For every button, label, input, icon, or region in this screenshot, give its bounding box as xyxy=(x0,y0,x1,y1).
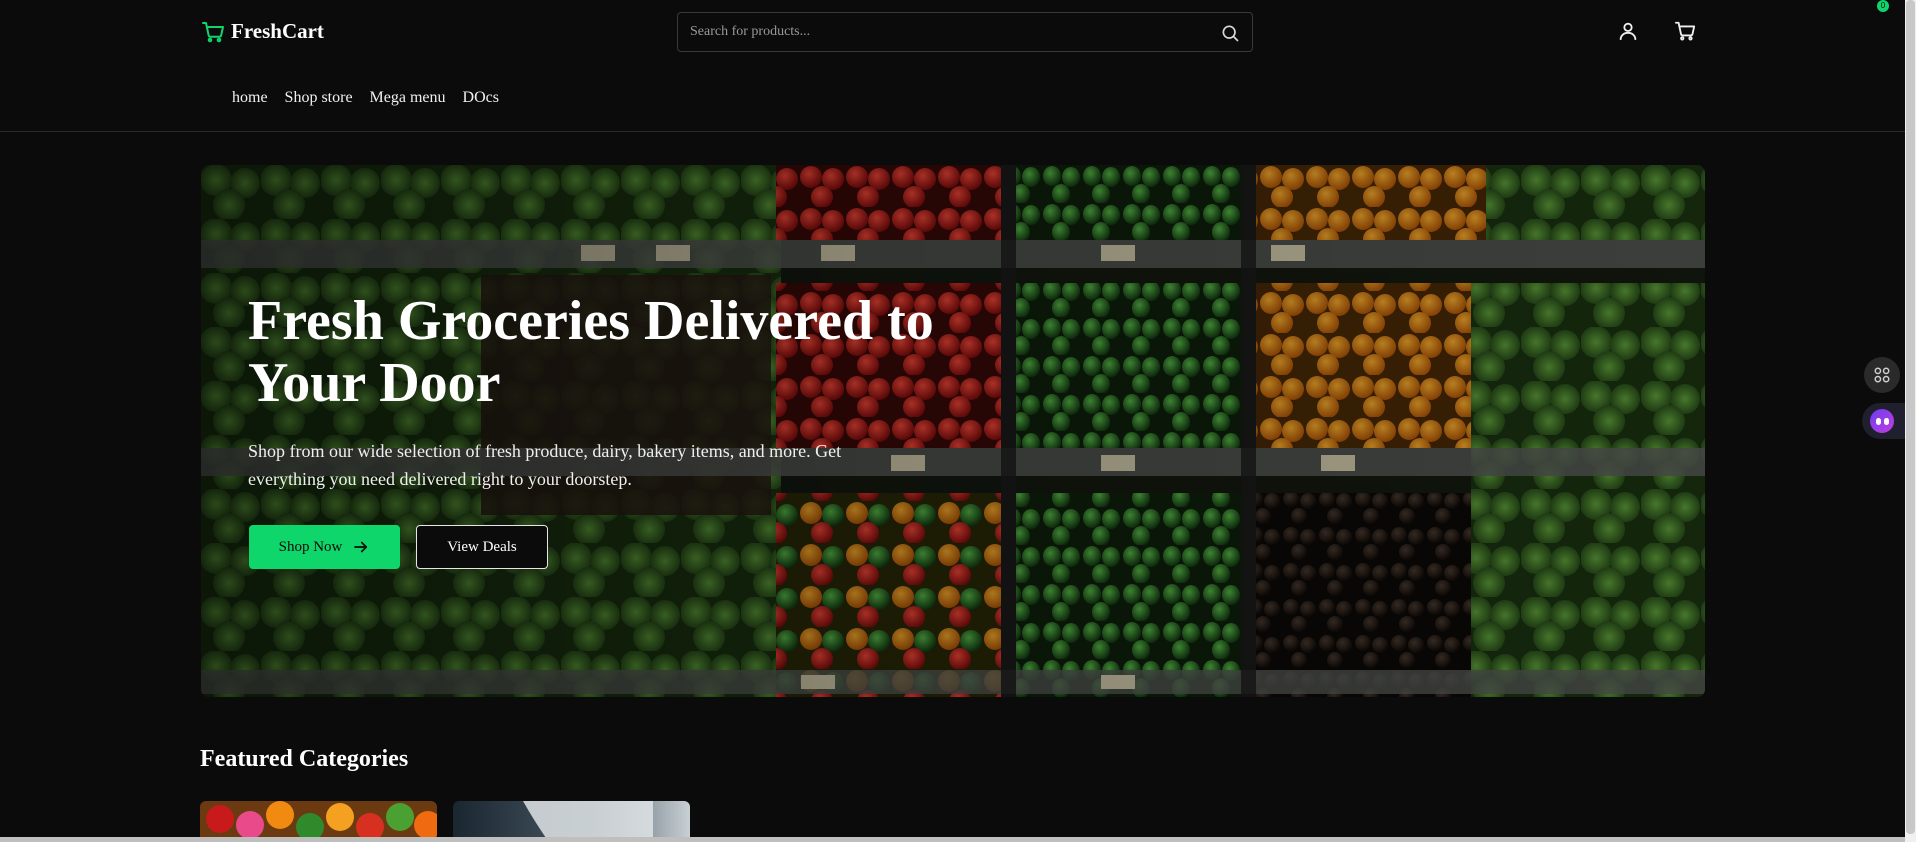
bot-icon xyxy=(1870,409,1894,433)
assistant-widget-button[interactable] xyxy=(1862,403,1905,439)
search-input[interactable] xyxy=(678,13,1252,51)
cart-icon[interactable] xyxy=(1673,20,1697,42)
cart-icon xyxy=(202,21,224,42)
category-card-dairy[interactable] xyxy=(453,801,690,841)
hero-title: Fresh Groceries Delivered to Your Door xyxy=(248,290,934,414)
horizontal-scrollbar[interactable] xyxy=(0,837,1905,842)
grid-icon xyxy=(1874,367,1890,383)
nav-home[interactable]: home xyxy=(232,89,268,107)
apps-widget-button[interactable] xyxy=(1864,357,1900,393)
category-card-produce[interactable] xyxy=(200,801,437,841)
shop-now-label: Shop Now xyxy=(278,538,343,555)
arrow-right-icon xyxy=(354,541,368,553)
notification-badge: 0 xyxy=(1877,0,1889,12)
hero-overlay xyxy=(201,165,1705,697)
category-image-produce xyxy=(200,801,437,841)
scrollbar-thumb[interactable] xyxy=(1906,0,1915,834)
search-bar xyxy=(677,12,1253,52)
main-nav: home Shop store Mega menu DOcs xyxy=(232,89,499,107)
user-icon[interactable] xyxy=(1617,20,1639,42)
category-image-dairy xyxy=(453,801,690,841)
site-header: FreshCart home Shop store Mega menu DOcs xyxy=(0,0,1905,132)
search-icon[interactable] xyxy=(1220,23,1240,43)
logo-text: FreshCart xyxy=(231,19,324,43)
view-deals-button[interactable]: View Deals xyxy=(416,525,548,569)
nav-shop-store[interactable]: Shop store xyxy=(285,89,353,107)
hero-subtitle: Shop from our wide selection of fresh pr… xyxy=(248,441,842,489)
nav-docs[interactable]: DOcs xyxy=(463,89,499,107)
logo[interactable]: FreshCart xyxy=(201,19,324,44)
shop-now-button[interactable]: Shop Now xyxy=(249,525,400,569)
featured-categories-title: Featured Categories xyxy=(200,746,409,772)
hero-banner: Fresh Groceries Delivered to Your Door S… xyxy=(201,165,1705,697)
nav-mega-menu[interactable]: Mega menu xyxy=(370,89,446,107)
